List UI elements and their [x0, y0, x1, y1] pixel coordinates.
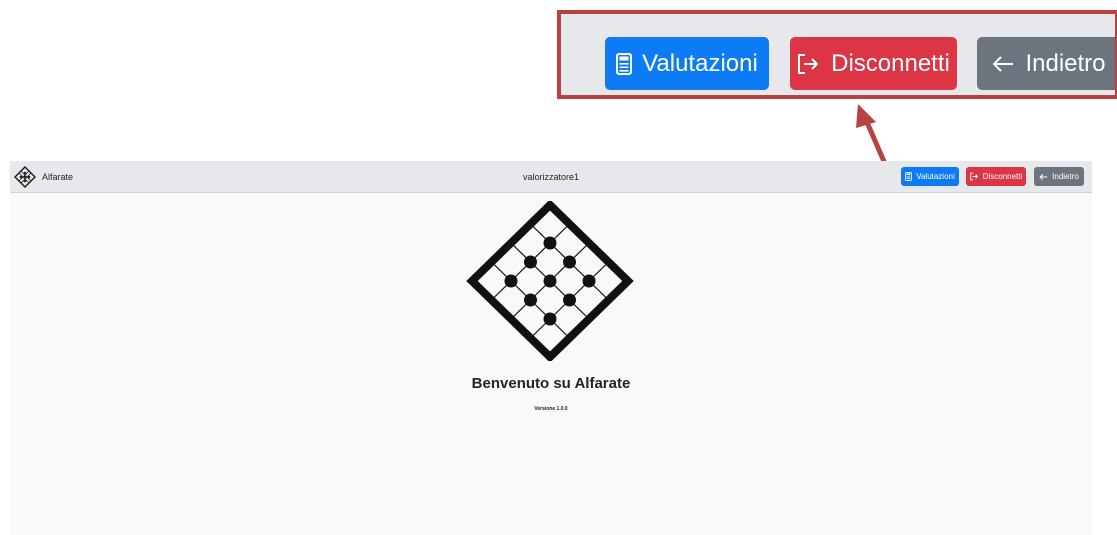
disconnetti-label: Disconnetti [982, 172, 1023, 181]
valutazioni-label: Valutazioni [916, 172, 955, 181]
logout-icon [969, 172, 978, 181]
app-window: Alfarate valorizzatore1 Valutazioni Disc… [10, 161, 1092, 535]
valutazioni-button[interactable]: Valutazioni [901, 167, 959, 186]
version-label: Versione 1.0.0 [534, 406, 568, 412]
valutazioni-label-zoomed: Valutazioni [642, 49, 758, 77]
arrow-left-icon [1039, 173, 1048, 180]
disconnetti-label-zoomed: Disconnetti [831, 49, 950, 77]
alfarate-logo-icon [466, 201, 634, 361]
valutazioni-button-zoomed[interactable]: Valutazioni [605, 37, 769, 90]
calculator-icon [616, 52, 633, 75]
calculator-icon [905, 172, 912, 181]
disconnetti-button-zoomed[interactable]: Disconnetti [790, 37, 957, 90]
toolbar-zoom-callout: Valutazioni Disconnetti Indietro [557, 10, 1117, 99]
disconnetti-button[interactable]: Disconnetti [966, 167, 1026, 186]
logout-icon [798, 53, 819, 74]
navbar: Alfarate valorizzatore1 Valutazioni Disc… [10, 161, 1092, 193]
indietro-button[interactable]: Indietro [1034, 167, 1084, 186]
indietro-label-zoomed: Indietro [1025, 49, 1106, 77]
indietro-label: Indietro [1052, 172, 1079, 181]
welcome-title: Benvenuto su Alfarate [471, 375, 631, 392]
indietro-button-zoomed[interactable]: Indietro [977, 37, 1115, 90]
arrow-left-icon [993, 55, 1014, 72]
